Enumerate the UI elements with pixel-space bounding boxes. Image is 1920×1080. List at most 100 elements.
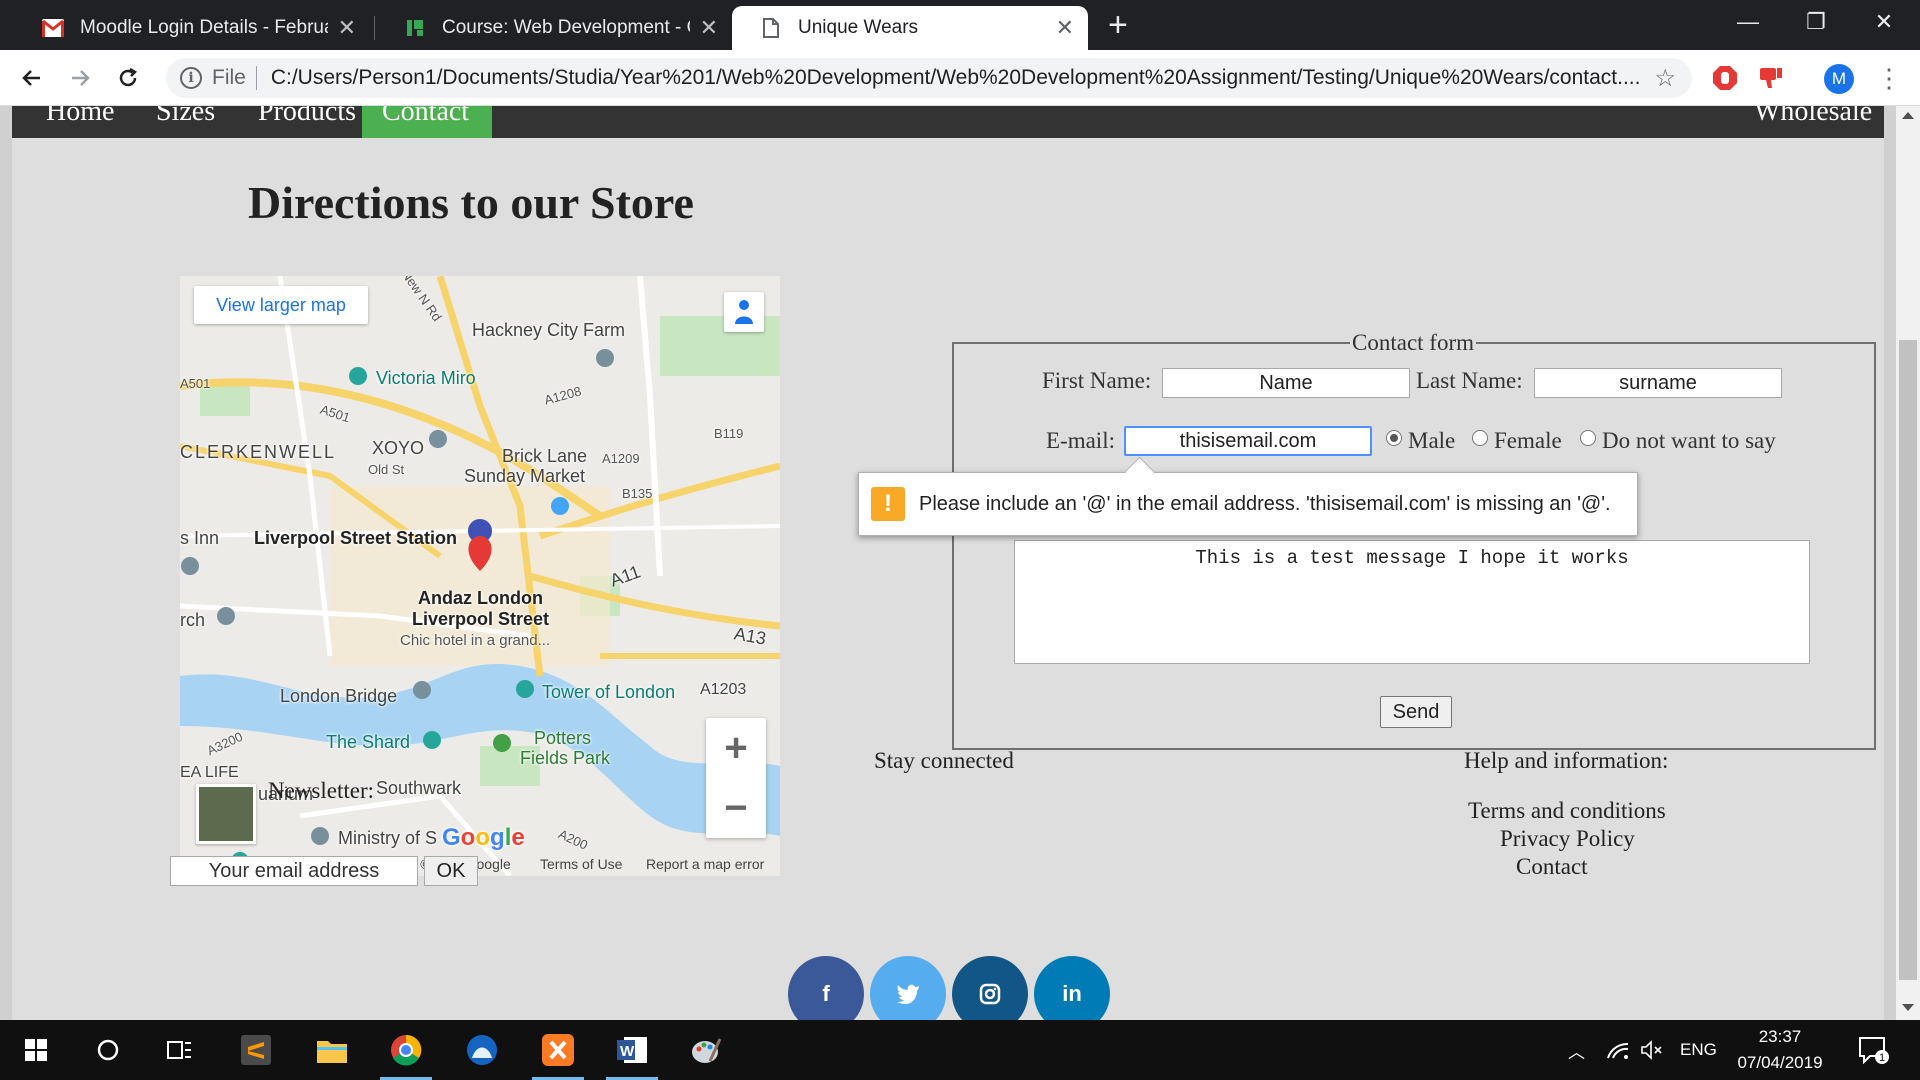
- validation-message: Please include an '@' in the email addre…: [919, 492, 1611, 515]
- map-label: Hackney City Farm: [472, 320, 626, 340]
- map-report-error-link[interactable]: Report a map error: [646, 856, 764, 872]
- scroll-up-arrow-icon[interactable]: [1902, 112, 1914, 119]
- map-label: The Shard: [326, 732, 411, 752]
- email-label: E-mail:: [1046, 428, 1115, 453]
- last-name-input[interactable]: surname: [1534, 368, 1782, 398]
- info-icon[interactable]: i: [180, 67, 202, 89]
- gmail-icon: [42, 17, 64, 39]
- browser-menu-icon[interactable]: ⋮: [1876, 60, 1902, 96]
- bookmark-star-icon[interactable]: ☆: [1654, 64, 1676, 93]
- tab-unique-wears[interactable]: Unique Wears ✕: [732, 6, 1088, 50]
- google-logo: Google: [442, 824, 525, 851]
- sublime-text-icon[interactable]: [226, 1026, 286, 1074]
- map-zoom-controls: + −: [706, 718, 766, 838]
- send-button[interactable]: Send: [1380, 696, 1452, 728]
- action-center-icon[interactable]: 1: [1858, 1020, 1890, 1080]
- map-label: Potters: [534, 728, 592, 748]
- paint-icon[interactable]: [676, 1026, 736, 1074]
- map-label: rch: [180, 610, 206, 630]
- scroll-thumb[interactable]: [1899, 340, 1917, 980]
- email-input[interactable]: thisisemail.com: [1124, 426, 1372, 456]
- message-textarea[interactable]: This is a test message I hope it works: [1014, 540, 1810, 664]
- help-title: Help and information:: [1464, 748, 1669, 773]
- tab-title: Course: Web Development - QAC: [442, 17, 690, 38]
- nav-contact[interactable]: Contact: [362, 106, 492, 138]
- page-left-margin: [0, 106, 12, 1020]
- show-hidden-icons-chevron-icon[interactable]: ︿: [1568, 1020, 1585, 1080]
- adblock-extension-icon[interactable]: [1710, 63, 1740, 93]
- volume-muted-icon[interactable]: [1640, 1020, 1664, 1080]
- address-bar[interactable]: i File C:/Users/Person1/Documents/Studia…: [166, 58, 1692, 98]
- privacy-link[interactable]: Privacy Policy: [1500, 826, 1635, 852]
- nav-sizes[interactable]: Sizes: [136, 106, 235, 138]
- zoom-in-button[interactable]: +: [706, 718, 766, 778]
- close-tab-icon[interactable]: ✕: [700, 15, 718, 41]
- network-icon[interactable]: [1606, 1020, 1630, 1080]
- nav-wholesale[interactable]: Wholesale: [1734, 106, 1892, 138]
- tab-title: Moodle Login Details - February: [80, 17, 328, 38]
- scroll-down-arrow-icon[interactable]: [1902, 1004, 1914, 1011]
- gender-female-radio[interactable]: [1472, 430, 1488, 446]
- close-tab-icon[interactable]: ✕: [1056, 15, 1074, 41]
- language-indicator[interactable]: ENG: [1680, 1020, 1717, 1080]
- reload-button[interactable]: [110, 60, 146, 96]
- page-scrollbar[interactable]: [1896, 106, 1920, 1020]
- app-blue-globe-icon[interactable]: [452, 1026, 512, 1074]
- chrome-icon[interactable]: [376, 1026, 436, 1080]
- street-view-pegman-icon[interactable]: [724, 292, 764, 332]
- word-icon[interactable]: W: [602, 1026, 662, 1080]
- gender-undisclosed-label: Do not want to say: [1602, 428, 1776, 453]
- cortana-search-icon[interactable]: [78, 1026, 138, 1074]
- task-view-icon[interactable]: [150, 1026, 210, 1074]
- back-button[interactable]: [14, 60, 50, 96]
- windows-start-icon[interactable]: [6, 1026, 66, 1074]
- url-text[interactable]: C:/Users/Person1/Documents/Studia/Year%2…: [271, 66, 1641, 90]
- restore-button[interactable]: ❐: [1786, 4, 1846, 40]
- newsletter-ok-button[interactable]: OK: [424, 856, 478, 886]
- email-validation-tooltip: ! Please include an '@' in the email add…: [858, 472, 1638, 536]
- gender-male-radio[interactable]: [1386, 430, 1402, 446]
- map-label: Southwark: [376, 778, 462, 798]
- minimize-button[interactable]: —: [1718, 4, 1778, 40]
- contact-form-legend: Contact form: [1350, 330, 1476, 356]
- clock-date: 07/04/2019: [1737, 1053, 1823, 1072]
- map-label: Fields Park: [520, 748, 611, 768]
- reload-icon: [119, 67, 138, 87]
- zoom-out-button[interactable]: −: [706, 778, 766, 838]
- map-label: EA LIFE: [180, 764, 239, 781]
- nav-home[interactable]: Home: [26, 106, 134, 138]
- moodle-icon: [404, 17, 426, 39]
- notification-count: 1: [1879, 1052, 1885, 1064]
- xampp-icon[interactable]: [528, 1026, 588, 1080]
- contact-link[interactable]: Contact: [1516, 854, 1588, 880]
- dislike-extension-icon[interactable]: [1756, 63, 1786, 93]
- terms-link[interactable]: Terms and conditions: [1468, 798, 1666, 824]
- url-scheme-label: File: [212, 66, 246, 89]
- newsletter-email-input[interactable]: Your email address: [170, 856, 418, 886]
- profile-avatar[interactable]: M: [1824, 64, 1854, 94]
- gender-undisclosed-radio[interactable]: [1580, 430, 1596, 446]
- tab-course-web-dev[interactable]: Course: Web Development - QAC ✕: [376, 6, 732, 50]
- map-label: Old St: [368, 462, 405, 477]
- map-label: A1209: [602, 451, 640, 466]
- first-name-input[interactable]: Name: [1162, 368, 1410, 398]
- page-title: Directions to our Store: [248, 177, 694, 228]
- view-larger-map-link[interactable]: View larger map: [194, 286, 368, 324]
- taskbar-clock[interactable]: 23:37 07/04/2019: [1720, 1024, 1840, 1076]
- page-icon: [760, 17, 782, 39]
- satellite-toggle-thumbnail[interactable]: [196, 784, 256, 844]
- map-label: XOYO: [372, 438, 425, 458]
- map-terms-link[interactable]: Terms of Use: [540, 856, 622, 872]
- close-window-button[interactable]: ✕: [1854, 4, 1914, 40]
- nav-products[interactable]: Products: [238, 106, 376, 138]
- new-tab-button[interactable]: +: [1108, 8, 1128, 42]
- forward-button[interactable]: [62, 60, 98, 96]
- file-explorer-icon[interactable]: [302, 1026, 362, 1074]
- map-label: Liverpool Street: [412, 609, 550, 629]
- close-tab-icon[interactable]: ✕: [338, 15, 356, 41]
- map-label: B135: [622, 486, 653, 501]
- last-name-label: Last Name:: [1416, 368, 1523, 393]
- map-label: London Bridge: [280, 686, 398, 706]
- tab-moodle-login[interactable]: Moodle Login Details - February ✕: [14, 6, 370, 50]
- stay-connected-label: Stay connected: [874, 748, 1014, 773]
